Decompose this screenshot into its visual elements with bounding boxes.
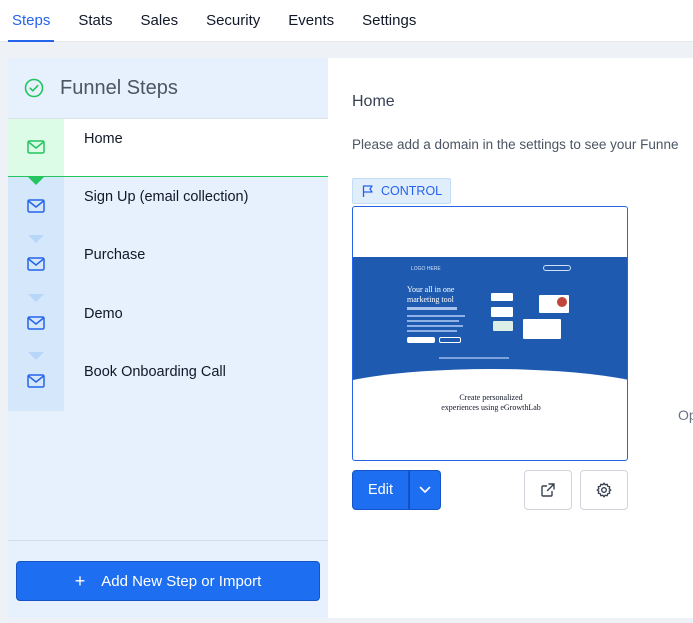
step-title: Home <box>352 93 395 110</box>
tab-settings[interactable]: Settings <box>358 11 420 41</box>
tab-security[interactable]: Security <box>202 11 264 41</box>
plus-icon: + <box>74 570 86 591</box>
page-preview-thumbnail[interactable]: LOGO HERE Your all in one marketing tool… <box>352 206 628 461</box>
preview-bullet-line <box>407 330 457 332</box>
step-connector-arrow <box>28 235 44 243</box>
tab-sales[interactable]: Sales <box>137 11 183 41</box>
truncated-side-text: Op <box>678 407 693 423</box>
edit-options-toggle[interactable] <box>409 470 441 510</box>
funnel-steps-panel: Funnel Steps Home Sign Up (email collect <box>8 58 328 618</box>
preview-bullet-line <box>407 320 459 322</box>
step-item-purchase[interactable]: Purchase <box>8 235 328 302</box>
step-connector-arrow <box>28 352 44 360</box>
step-label: Home <box>84 131 123 147</box>
mail-icon <box>27 374 45 388</box>
external-link-icon <box>541 483 555 497</box>
top-tabs: Steps Stats Sales Security Events Settin… <box>0 0 693 42</box>
step-rail <box>8 352 64 411</box>
step-item-home[interactable]: Home <box>8 118 328 185</box>
mail-icon <box>27 199 45 213</box>
preview-nav-button <box>543 265 571 271</box>
add-new-step-label: Add New Step or Import <box>101 572 262 590</box>
preview-avatar <box>557 297 567 307</box>
step-rail <box>8 176 64 243</box>
preview-footnote <box>439 357 509 359</box>
check-circle-icon <box>24 78 44 98</box>
chevron-down-icon <box>419 486 431 493</box>
mail-icon <box>27 257 45 271</box>
mail-icon <box>27 316 45 330</box>
step-connector-arrow <box>28 293 44 302</box>
funnel-steps-title: Funnel Steps <box>60 76 178 99</box>
mail-icon <box>27 140 45 154</box>
preview-bullet-line <box>407 325 463 327</box>
preview-cta-secondary <box>439 337 461 343</box>
preview-headline-line2: marketing tool <box>407 295 454 304</box>
preview-bullet-line <box>407 315 465 317</box>
preview-caption-line1: Create personalized <box>459 393 523 402</box>
preview-caption-line2: experiences using eGrowthLab <box>441 403 541 412</box>
step-rail <box>8 119 64 185</box>
steps-list: Home Sign Up (email collection) Purchase <box>8 118 328 411</box>
open-external-button[interactable] <box>524 470 572 510</box>
preview-card <box>491 293 513 301</box>
tab-events[interactable]: Events <box>284 11 338 41</box>
step-label: Demo <box>84 305 123 322</box>
preview-hero: LOGO HERE Your all in one marketing tool <box>353 257 627 385</box>
preview-caption: Create personalized experiences using eG… <box>353 393 627 413</box>
tab-stats[interactable]: Stats <box>74 11 116 41</box>
flag-icon <box>362 185 373 197</box>
domain-message: Please add a domain in the settings to s… <box>352 137 679 152</box>
edit-button[interactable]: Edit <box>352 470 409 510</box>
step-detail-panel: Home Please add a domain in the settings… <box>328 58 693 618</box>
funnel-steps-footer: + Add New Step or Import <box>8 540 328 618</box>
step-label: Purchase <box>84 247 146 263</box>
edit-split-button: Edit <box>352 470 441 510</box>
preview-subtext <box>407 307 457 310</box>
step-label: Sign Up (email collection) <box>84 188 249 205</box>
preview-cta-primary <box>407 337 435 343</box>
preview-headline-line1: Your all in one <box>407 285 455 294</box>
add-new-step-button[interactable]: + Add New Step or Import <box>16 561 320 601</box>
gear-icon <box>596 482 612 498</box>
control-badge: CONTROL <box>352 178 452 204</box>
funnel-steps-header: Funnel Steps <box>8 58 328 118</box>
control-badge-label: CONTROL <box>381 184 443 198</box>
step-connector-arrow <box>28 176 44 185</box>
step-rail <box>8 235 64 302</box>
step-item-sign-up[interactable]: Sign Up (email collection) <box>8 176 328 243</box>
step-label: Book Onboarding Call <box>84 364 226 380</box>
preview-card <box>523 319 561 339</box>
preview-logo: LOGO HERE <box>411 266 441 272</box>
step-rail <box>8 293 64 360</box>
step-item-book-onboarding-call[interactable]: Book Onboarding Call <box>8 352 328 411</box>
step-item-demo[interactable]: Demo <box>8 293 328 360</box>
preview-card <box>491 307 513 317</box>
preview-headline: Your all in one marketing tool <box>407 285 477 305</box>
step-settings-button[interactable] <box>580 470 628 510</box>
tab-steps[interactable]: Steps <box>8 11 55 42</box>
preview-card <box>493 321 513 331</box>
